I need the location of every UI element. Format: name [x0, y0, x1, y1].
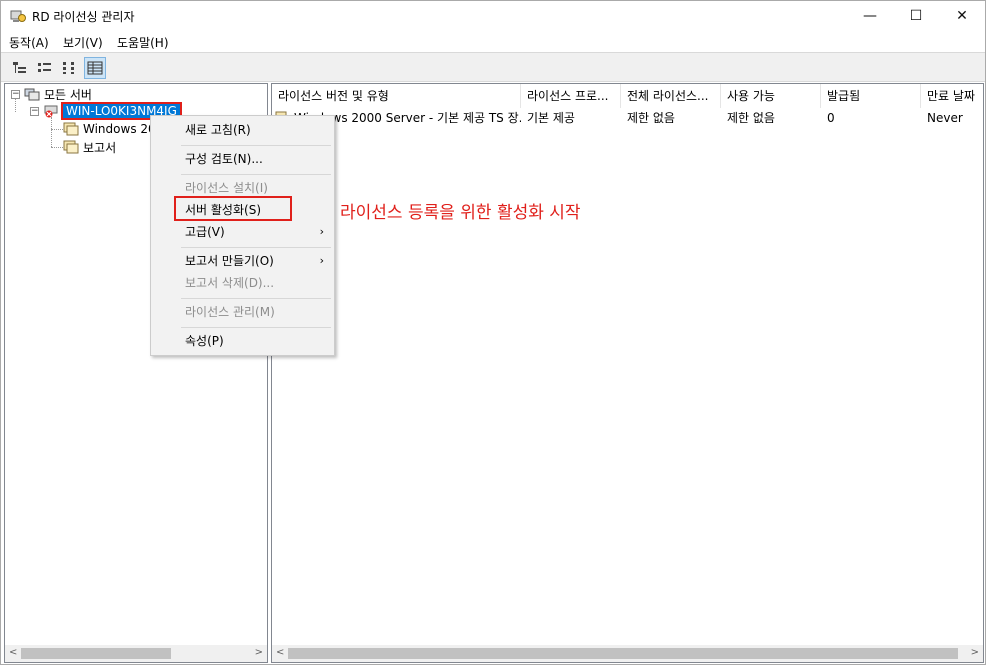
- tree-line: [51, 147, 63, 148]
- scroll-thumb[interactable]: [288, 648, 958, 659]
- tree-label-windows: Windows 20: [83, 122, 156, 136]
- menu-separator: [181, 174, 331, 175]
- column-header-program[interactable]: 라이선스 프로...: [521, 84, 621, 108]
- license-manager-app-icon: [10, 10, 26, 22]
- cell-issued: 0: [827, 111, 835, 125]
- right-horizontal-scrollbar[interactable]: < >: [272, 645, 983, 662]
- list-button[interactable]: [59, 57, 81, 79]
- minimize-button[interactable]: —: [847, 1, 893, 31]
- column-header-expiry[interactable]: 만료 날짜: [921, 84, 983, 108]
- server-group-icon: [24, 88, 40, 101]
- details-icon: [87, 61, 103, 75]
- menu-item-review-config[interactable]: 구성 검토(N)...: [151, 148, 334, 170]
- toolbar: [1, 52, 985, 82]
- tree-label-all-servers: 모든 서버: [44, 87, 92, 102]
- small-icons-icon: [38, 63, 51, 72]
- tree-view-icon: [13, 62, 26, 73]
- tree-line: [51, 129, 63, 130]
- reports-icon: [63, 140, 79, 154]
- tree-view-button[interactable]: [9, 57, 31, 79]
- tree-item-all-servers[interactable]: − 모든 서버: [11, 85, 92, 103]
- menu-help[interactable]: 도움말(H): [117, 34, 169, 51]
- column-header-issued[interactable]: 발급됨: [821, 84, 921, 108]
- tree-item-windows[interactable]: Windows 20: [63, 120, 156, 138]
- tree-label-reports: 보고서: [83, 140, 117, 155]
- column-header-available[interactable]: 사용 가능: [721, 84, 821, 108]
- details-button[interactable]: [84, 57, 106, 79]
- cell-program: 기본 제공: [527, 111, 575, 125]
- close-button[interactable]: ✕: [939, 1, 985, 31]
- menu-item-delete-report: 보고서 삭제(D)...: [185, 276, 275, 290]
- cell-available: 제한 없음: [727, 111, 775, 125]
- menu-item-refresh[interactable]: 새로 고침(R): [151, 119, 334, 141]
- collapse-toggle[interactable]: −: [11, 89, 20, 99]
- submenu-arrow-icon: ›: [319, 254, 324, 267]
- menu-separator: [181, 298, 331, 299]
- submenu-arrow-icon: ›: [319, 225, 324, 238]
- window-title: RD 라이선싱 관리자: [32, 10, 135, 24]
- menu-bar: 동작(A) 보기(V) 도움말(H): [1, 31, 985, 51]
- scroll-left-arrow[interactable]: <: [9, 647, 17, 658]
- menu-separator: [181, 327, 331, 328]
- scroll-left-arrow[interactable]: <: [276, 647, 284, 658]
- menu-item-create-report-label: 보고서 만들기(O): [185, 254, 274, 268]
- column-header-license-type[interactable]: 라이선스 버전 및 유형: [272, 84, 521, 108]
- menu-separator: [181, 145, 331, 146]
- annotation-text: 라이선스 등록을 위한 활성화 시작: [340, 203, 581, 223]
- tree-item-reports[interactable]: 보고서: [63, 138, 116, 156]
- license-details-pane: 라이선스 버전 및 유형 라이선스 프로... 전체 라이선스... 사용 가능…: [271, 83, 984, 663]
- collapse-toggle[interactable]: −: [30, 106, 39, 116]
- small-icons-button[interactable]: [34, 57, 56, 79]
- column-header-total[interactable]: 전체 라이선스...: [621, 84, 721, 108]
- scroll-right-arrow[interactable]: >: [255, 647, 263, 658]
- rd-licensing-manager-window: RD 라이선싱 관리자 — ☐ ✕ 동작(A) 보기(V) 도움말(H) − 모…: [0, 0, 986, 665]
- menu-separator: [181, 247, 331, 248]
- menu-item-create-report[interactable]: 보고서 만들기(O) ›: [151, 250, 334, 272]
- left-horizontal-scrollbar[interactable]: < >: [5, 645, 267, 662]
- menu-action[interactable]: 동작(A): [9, 34, 49, 51]
- scroll-thumb[interactable]: [21, 648, 171, 659]
- cell-expiry: Never: [927, 111, 963, 125]
- cell-total: 제한 없음: [627, 111, 675, 125]
- activate-server-highlight: [174, 196, 292, 221]
- list-icon: [63, 62, 74, 74]
- menu-item-properties[interactable]: 속성(P): [151, 330, 334, 352]
- context-menu: 새로 고침(R) 구성 검토(N)... 라이선스 설치(I) 서버 활성화(S…: [150, 115, 335, 356]
- maximize-button[interactable]: ☐: [893, 1, 939, 31]
- menu-view[interactable]: 보기(V): [63, 34, 103, 51]
- server-error-icon: [44, 105, 58, 118]
- menu-item-advanced[interactable]: 고급(V) ›: [151, 221, 334, 243]
- menu-item-advanced-label: 고급(V): [185, 225, 225, 239]
- scroll-right-arrow[interactable]: >: [971, 647, 979, 658]
- tree-line: [51, 117, 52, 147]
- menu-item-manage-licenses: 라이선스 관리(M): [185, 305, 275, 319]
- license-pack-icon: [63, 122, 79, 136]
- title-bar: RD 라이선싱 관리자 — ☐ ✕: [1, 1, 985, 31]
